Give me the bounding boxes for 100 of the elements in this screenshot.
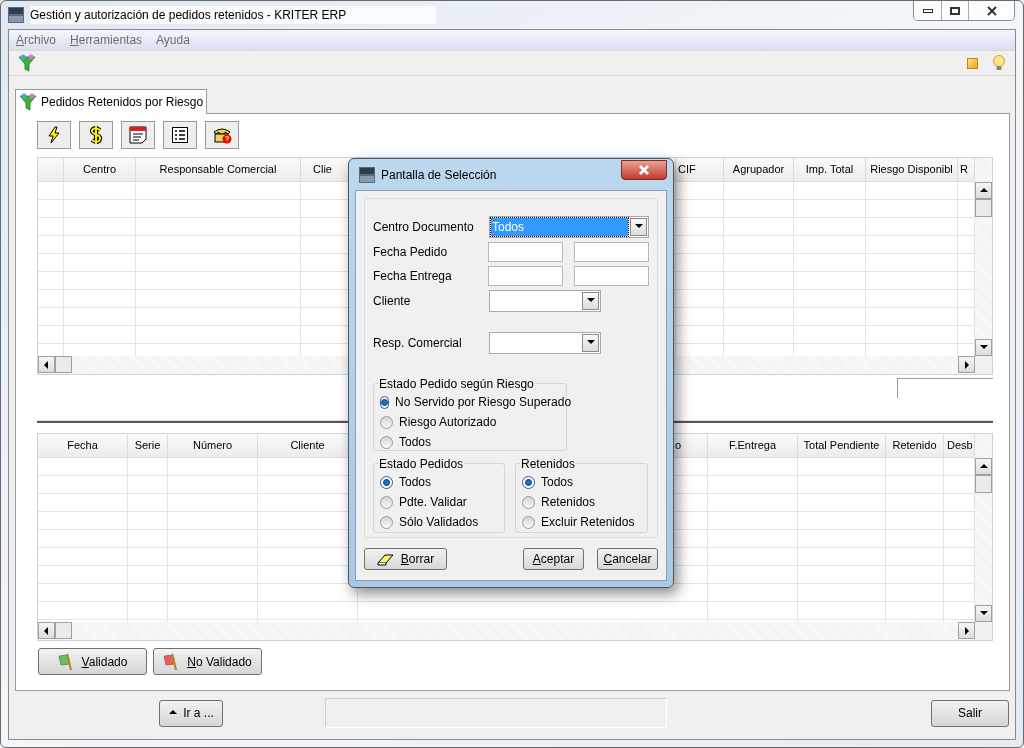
scroll-up-button[interactable] — [975, 182, 992, 199]
radio-button[interactable] — [380, 515, 393, 529]
eraser-icon — [376, 552, 395, 566]
table-cell — [886, 530, 944, 548]
scroll-thumb[interactable] — [975, 199, 992, 217]
scroll-right-button[interactable] — [958, 356, 975, 373]
window-toolbar-button[interactable] — [967, 57, 978, 69]
menu-item[interactable]: Ayuda — [156, 31, 190, 49]
table-cell — [128, 530, 168, 548]
table-cell — [128, 512, 168, 530]
radio-button[interactable] — [380, 435, 393, 449]
horizontal-scrollbar[interactable] — [38, 622, 975, 640]
scroll-down-button[interactable] — [975, 339, 992, 356]
exit-button[interactable]: Salir — [931, 699, 1009, 727]
table-cell — [958, 272, 975, 290]
note-icon — [967, 57, 978, 69]
table-cell — [676, 236, 724, 254]
column-header[interactable]: Riesgo Disponibl — [866, 158, 958, 182]
dialog-button[interactable]: Cancelar — [597, 548, 658, 570]
radio-button[interactable] — [522, 475, 535, 489]
radio-button[interactable] — [380, 495, 393, 509]
radio-button[interactable] — [380, 415, 393, 429]
scroll-thumb[interactable] — [975, 475, 992, 493]
dropdown-button[interactable] — [582, 334, 599, 352]
table-cell — [724, 326, 794, 344]
radio-button[interactable] — [380, 475, 393, 489]
table-cell — [794, 218, 866, 236]
column-header[interactable]: CIF — [676, 158, 724, 182]
scroll-left-button[interactable] — [38, 622, 55, 639]
dialog-button[interactable]: Borrar — [364, 548, 447, 570]
dropdown-button[interactable] — [630, 218, 647, 236]
table-cell — [944, 584, 975, 602]
funnel-icon — [18, 54, 36, 72]
vertical-scrollbar[interactable] — [975, 434, 992, 622]
table-cell — [958, 326, 975, 344]
column-header[interactable]: Serie — [128, 434, 168, 458]
dropdown-button[interactable] — [582, 292, 599, 310]
column-header[interactable]: Responsable Comercial — [136, 158, 301, 182]
table-cell — [724, 308, 794, 326]
menu-item[interactable]: Herramientas — [70, 31, 143, 49]
column-header[interactable]: F.Entrega — [708, 434, 798, 458]
close-button[interactable] — [621, 160, 667, 180]
help-button[interactable] — [992, 55, 1006, 71]
table-cell — [944, 512, 975, 530]
goto-button[interactable]: Ir a ... — [159, 699, 223, 727]
scroll-left-button[interactable] — [38, 356, 55, 373]
radio-label: Pdte. Validar — [399, 494, 467, 510]
date-from-field[interactable] — [488, 242, 563, 262]
dialog-button[interactable]: Aceptar — [523, 548, 584, 570]
field-label: Resp. Comercial — [373, 335, 463, 352]
column-header[interactable]: R — [958, 158, 975, 182]
radio-label: Sólo Validados — [399, 514, 479, 530]
column-header[interactable]: Total Pendiente — [798, 434, 886, 458]
table-cell — [128, 494, 168, 512]
scroll-thumb[interactable] — [55, 356, 72, 373]
column-header[interactable]: Retenido — [886, 434, 944, 458]
calendar-icon — [129, 126, 147, 144]
close-button[interactable] — [969, 1, 1014, 20]
table-cell — [886, 566, 944, 584]
table-cell — [128, 458, 168, 476]
table-cell — [944, 494, 975, 512]
vertical-scrollbar[interactable] — [975, 158, 992, 356]
app-logo-icon — [359, 166, 375, 183]
scroll-thumb[interactable] — [55, 622, 72, 639]
menu-item[interactable]: Archivo — [16, 31, 57, 49]
date-from-field[interactable] — [488, 266, 563, 286]
filter-button[interactable] — [18, 54, 36, 72]
table-cell — [958, 200, 975, 218]
column-header[interactable]: Centro — [64, 158, 136, 182]
toolbar-button[interactable] — [79, 121, 113, 149]
column-header[interactable]: Fecha — [38, 434, 128, 458]
radio-button[interactable] — [522, 515, 535, 529]
table-cell — [724, 272, 794, 290]
column-header[interactable]: Agrupador — [724, 158, 794, 182]
toolbar-button[interactable] — [37, 121, 71, 149]
toolbar-button[interactable] — [205, 121, 239, 149]
minimize-button[interactable] — [914, 1, 942, 20]
radio-label: No Servido por Riesgo Superado — [395, 394, 572, 410]
lightning-icon — [47, 126, 61, 144]
date-to-field[interactable] — [574, 266, 649, 286]
table-cell — [724, 218, 794, 236]
scroll-down-button[interactable] — [975, 605, 992, 622]
table-cell — [794, 254, 866, 272]
radio-button[interactable] — [522, 495, 535, 509]
table-cell — [64, 218, 136, 236]
radio-button[interactable] — [380, 395, 389, 409]
column-header[interactable]: Desb — [944, 434, 975, 458]
maximize-button[interactable] — [942, 1, 969, 20]
validation-button[interactable]: Validado — [38, 648, 147, 675]
scroll-right-button[interactable] — [958, 622, 975, 639]
radio-label: Retenidos — [541, 494, 596, 510]
column-header[interactable]: Número — [168, 434, 258, 458]
date-to-field[interactable] — [574, 242, 649, 262]
tab[interactable]: Pedidos Retenidos por Riesgo — [15, 89, 208, 114]
validation-button[interactable]: No Validado — [153, 648, 262, 675]
scroll-up-button[interactable] — [975, 458, 992, 475]
table-cell — [676, 272, 724, 290]
table-cell — [676, 308, 724, 326]
column-header[interactable]: Imp. Total — [794, 158, 866, 182]
toolbar-button[interactable] — [163, 121, 197, 149]
